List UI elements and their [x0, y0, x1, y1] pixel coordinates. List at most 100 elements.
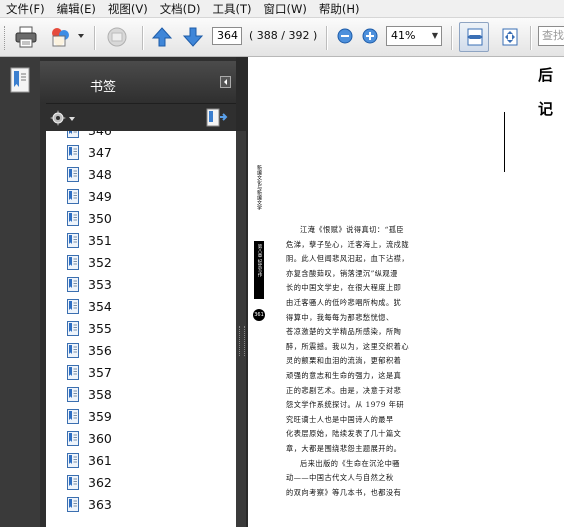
bookmark-icon [67, 365, 79, 380]
navigation-pane-strip [0, 57, 40, 527]
bookmark-icon [67, 299, 79, 314]
page-number-text: 361 [254, 312, 264, 318]
previous-page-icon[interactable] [151, 26, 173, 48]
chevron-down-icon[interactable] [78, 34, 84, 38]
bookmark-item[interactable]: 351 [46, 230, 236, 252]
bookmarks-toolbar [46, 104, 236, 131]
bookmark-item[interactable]: 358 [46, 384, 236, 406]
body-text-line: 顽强的意志和生命的强力，这是真 [286, 371, 402, 380]
fit-page-icon[interactable] [500, 27, 520, 47]
bookmarks-scrollbar[interactable] [236, 131, 246, 527]
bookmark-item[interactable]: 357 [46, 362, 236, 384]
bookmark-item[interactable]: 353 [46, 274, 236, 296]
page-rule [504, 112, 505, 172]
bookmark-label: 360 [88, 431, 112, 446]
bookmark-label: 356 [88, 343, 112, 358]
toolbar-separator [142, 26, 144, 50]
toolbar-grip [4, 26, 8, 50]
menu-file[interactable]: 文件(F) [0, 1, 51, 17]
bookmark-icon [67, 343, 79, 358]
page-number-input[interactable]: 364 [212, 27, 242, 45]
zoom-out-icon[interactable] [337, 28, 353, 44]
fit-width-button[interactable] [459, 22, 489, 52]
bookmark-label: 350 [88, 211, 112, 226]
expand-bookmark-icon[interactable] [206, 108, 228, 128]
body-text-line: 亦复含酸茹叹，销落湮沉”纵观漫 [286, 268, 398, 278]
bookmark-icon [67, 255, 79, 270]
running-title-box: 第八章 纪实写作 [254, 241, 264, 299]
bookmark-label: 359 [88, 409, 112, 424]
bookmark-icon [67, 233, 79, 248]
bookmark-icon [67, 145, 79, 160]
search-input[interactable]: 查找 [538, 26, 564, 46]
bookmark-label: 361 [88, 453, 112, 468]
page-heading-char: 记 [538, 100, 554, 118]
zoom-select[interactable]: 41% ▼ [386, 26, 442, 46]
bookmark-item[interactable]: 361 [46, 450, 236, 472]
bookmark-item[interactable]: 354 [46, 296, 236, 318]
bookmark-item[interactable]: 363 [46, 494, 236, 516]
menu-window[interactable]: 窗口(W) [258, 1, 313, 17]
page-heading-char: 后 [538, 66, 554, 84]
bookmark-item[interactable]: 356 [46, 340, 236, 362]
gear-icon[interactable] [50, 110, 66, 126]
bookmark-icon [67, 431, 79, 446]
bookmark-item[interactable]: 360 [46, 428, 236, 450]
bookmark-item[interactable]: 347 [46, 142, 236, 164]
body-text-line: 苍凉激楚的文学精品所感染，所陶 [286, 327, 402, 337]
scrollbar-grip[interactable] [239, 326, 245, 356]
bookmark-icon [67, 131, 79, 138]
bookmark-label: 354 [88, 299, 112, 314]
bookmark-icon [67, 321, 79, 336]
body-text-line: 醉，所震撼。我以为，这里交织着心 [286, 341, 410, 351]
next-page-icon[interactable] [182, 26, 204, 48]
print-icon[interactable] [14, 26, 38, 48]
collapse-panel-icon[interactable] [220, 76, 231, 88]
bookmark-item[interactable]: 349 [46, 186, 236, 208]
bookmarks-panel-icon[interactable] [9, 67, 31, 93]
bookmark-item[interactable]: 346 [46, 131, 236, 142]
toolbar-separator [94, 26, 96, 50]
chevron-down-icon: ▼ [431, 31, 438, 40]
body-text-line: 灵的颤栗和血泪的流淌，更郁积着 [286, 356, 402, 366]
toolbar-separator [451, 26, 453, 50]
chevron-down-icon[interactable] [69, 117, 75, 121]
menu-document[interactable]: 文档(D) [154, 1, 207, 17]
bookmark-item[interactable]: 362 [46, 472, 236, 494]
bookmark-label: 347 [88, 145, 112, 160]
body-text-line: 长的中国文学史，在很大程度上即 [286, 283, 402, 293]
running-title-box-text: 第八章 纪实写作 [257, 244, 262, 277]
body-text-line: 得算中，我每每为那悲愁恍惚、 [286, 312, 394, 322]
bookmark-icon [67, 453, 79, 468]
menu-help[interactable]: 帮助(H) [313, 1, 366, 17]
body-text-line: 阴。此人但闻悲风汩起，血下沾襟， [286, 254, 410, 264]
bookmark-icon [67, 497, 79, 512]
menu-view[interactable]: 视图(V) [102, 1, 154, 17]
bookmarks-panel-title: 书签 [90, 80, 117, 95]
bookmark-item[interactable]: 348 [46, 164, 236, 186]
bookmark-item[interactable]: 352 [46, 252, 236, 274]
bookmark-label: 352 [88, 255, 112, 270]
body-text-line: 危涕，孽子坠心，迁客海上，流戍陇 [286, 239, 410, 249]
bookmark-label: 362 [88, 475, 112, 490]
toolbar-separator [326, 26, 328, 50]
bookmark-label: 357 [88, 365, 112, 380]
menu-tools[interactable]: 工具(T) [207, 1, 258, 17]
zoom-value: 41% [391, 29, 416, 42]
bookmark-label: 353 [88, 277, 112, 292]
zoom-in-icon[interactable] [362, 28, 378, 44]
body-text-line: 正的悲剧艺术。由是，决意于对悲 [286, 385, 402, 395]
body-text-line: 怨文学作系统探讨。从 1979 年研 [286, 400, 405, 410]
body-text-line: 究旺谪士人也是中国诗人的最早 [286, 414, 394, 424]
collaborate-icon[interactable] [48, 26, 74, 48]
bookmark-item[interactable]: 355 [46, 318, 236, 340]
menu-edit[interactable]: 编辑(E) [51, 1, 102, 17]
bookmark-label: 351 [88, 233, 112, 248]
bookmark-item[interactable]: 359 [46, 406, 236, 428]
bookmark-icon [67, 387, 79, 402]
bookmark-label: 349 [88, 189, 112, 204]
body-text-line: 江淹《恨赋》说得真切：“孤臣 [300, 225, 405, 234]
bookmark-item[interactable]: 350 [46, 208, 236, 230]
bookmarks-panel-header: 书签 [40, 61, 236, 103]
bookmark-label: 358 [88, 387, 112, 402]
